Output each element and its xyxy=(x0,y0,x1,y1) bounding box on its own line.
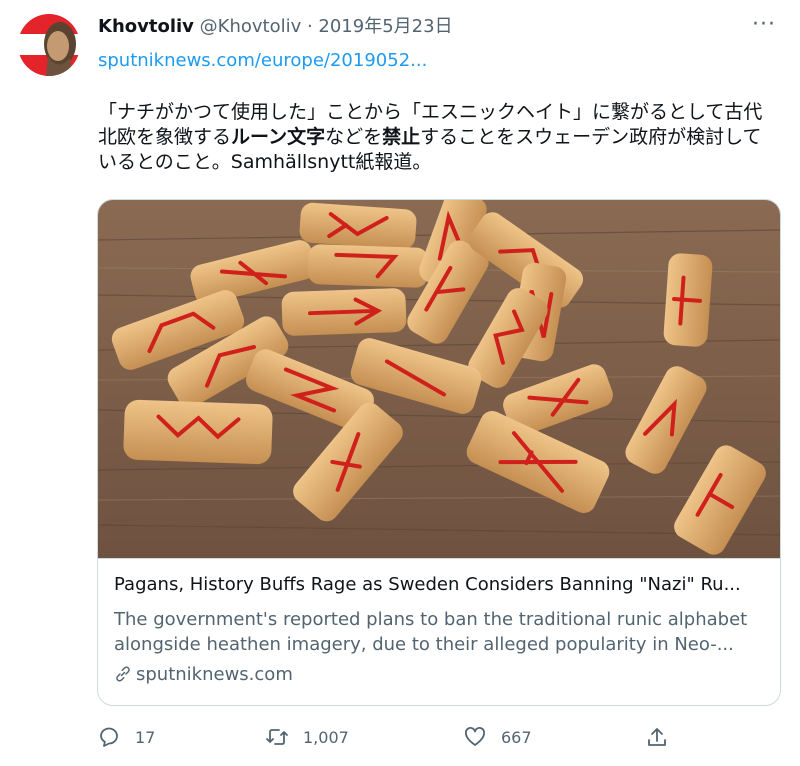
heart-icon xyxy=(465,727,485,746)
speech-bubble-icon xyxy=(100,727,118,747)
avatar[interactable] xyxy=(18,14,80,76)
retweet-button[interactable]: 1,007 xyxy=(265,722,349,752)
reply-button[interactable]: 17 xyxy=(97,722,155,752)
share-button[interactable] xyxy=(645,722,683,752)
more-options-icon[interactable]: ··· xyxy=(752,12,776,37)
retweet-arrows-icon xyxy=(266,729,288,745)
handle-and-date[interactable]: @Khovtoliv · 2019年5月23日 xyxy=(200,16,453,37)
card-domain: sputniknews.com xyxy=(114,664,293,685)
card-title[interactable]: Pagans, History Buffs Rage as Sweden Con… xyxy=(114,574,764,595)
card-description: The government's reported plans to ban t… xyxy=(114,609,748,655)
like-button[interactable]: 667 xyxy=(463,722,532,752)
like-count: 667 xyxy=(501,727,532,747)
tweet-text-bold: 禁止 xyxy=(382,126,421,148)
tweet-text: 「ナチがかつて使用した」ことから「エスニックヘイト」に繋がるとして古代北欧を象徴… xyxy=(98,100,778,175)
card-image[interactable] xyxy=(98,200,780,559)
chain-link-icon xyxy=(116,666,130,682)
tweet-text-part: などを xyxy=(325,126,383,148)
tweet-header: Khovtoliv @Khovtoliv · 2019年5月23日 xyxy=(98,14,453,40)
tweet-action-bar: 17 1,007 667 xyxy=(97,722,697,752)
tweet-link[interactable]: sputniknews.com/europe/2019052... xyxy=(98,50,427,71)
tweet-text-bold: ルーン文字 xyxy=(231,126,326,148)
link-preview-card[interactable]: Pagans, History Buffs Rage as Sweden Con… xyxy=(97,199,781,706)
card-domain-text: sputniknews.com xyxy=(136,664,293,685)
retweet-count: 1,007 xyxy=(303,727,349,747)
display-name[interactable]: Khovtoliv xyxy=(98,16,194,37)
reply-count: 17 xyxy=(135,727,156,747)
share-upload-icon xyxy=(648,728,666,746)
